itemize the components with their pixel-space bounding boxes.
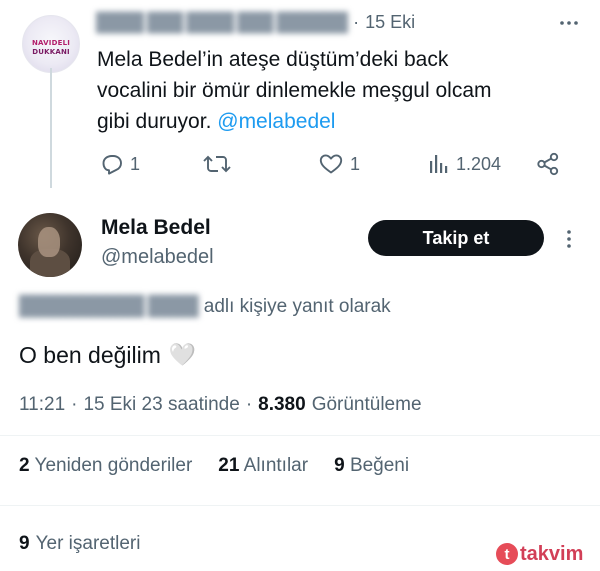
retweets-value: 2	[19, 455, 30, 476]
views-value: 8.380	[258, 394, 306, 415]
bookmarks-value: 9	[19, 533, 30, 554]
main-avatar[interactable]	[18, 213, 82, 277]
parent-text-line-3: gibi duruyor.	[97, 110, 212, 133]
divider-2	[0, 505, 600, 506]
parent-avatar[interactable]: NAVIDELI DUKKANI	[22, 15, 80, 73]
parent-tweet-header: ████ ███ ████ ███ ██████ · 15 Eki	[96, 9, 566, 35]
bookmarks-label: Yer işaretleri	[35, 533, 141, 554]
main-tweet-text: O ben değilim 🤍	[19, 338, 196, 372]
retweet-icon	[203, 155, 231, 173]
main-text: O ben değilim	[19, 341, 161, 368]
thread-connector-line	[50, 68, 52, 188]
parent-text-line-2: vocalini bir ömür dinlemekle meşgul olca…	[97, 79, 492, 102]
retweets-stat[interactable]: 2 Yeniden gönderiler	[19, 455, 192, 477]
timestamp-row: 11:21 · 15 Eki 23 saatinde · 8.380 Görün…	[19, 392, 422, 418]
avatar-shape-head	[38, 227, 60, 257]
retweet-action[interactable]	[202, 150, 238, 178]
watermark-text: takvim	[520, 542, 584, 565]
views-chart-icon	[430, 155, 448, 173]
avatar-text-2: DUKKANI	[32, 48, 70, 56]
bookmarks-stat[interactable]: 9 Yer işaretleri	[19, 530, 140, 558]
heart-icon	[319, 154, 343, 174]
divider-1	[0, 435, 600, 436]
tweet-date[interactable]: 15 Eki 23 saatinde	[83, 394, 239, 416]
white-heart-icon: 🤍	[168, 342, 197, 368]
mention-link[interactable]: @melabedel	[217, 110, 335, 133]
retweets-label: Yeniden gönderiler	[34, 455, 193, 476]
likes-stat[interactable]: 9 Beğeni	[334, 455, 409, 477]
views-action[interactable]: 1.204	[428, 150, 501, 178]
likes-value: 9	[334, 455, 345, 476]
main-handle[interactable]: @melabedel	[101, 246, 214, 269]
reply-count: 1	[130, 153, 141, 174]
reply-to-label: adlı kişiye yanıt olarak	[203, 296, 391, 317]
tweet-time[interactable]: 11:21	[19, 394, 65, 416]
quotes-value: 21	[218, 455, 240, 476]
parent-tweet-text: Mela Bedel’in ateşe düştüm’deki back voc…	[97, 44, 577, 137]
main-more-button[interactable]	[562, 228, 576, 250]
parent-tweet-date[interactable]: 15 Eki	[365, 12, 415, 33]
like-action[interactable]: 1	[318, 150, 360, 178]
reply-context: ██████████ ████ adlı kişiye yanıt olarak	[19, 294, 391, 320]
parent-more-button[interactable]	[558, 16, 580, 30]
likes-label: Beğeni	[349, 455, 410, 476]
takvim-logo-icon: t	[496, 543, 518, 565]
share-icon	[537, 152, 559, 176]
header-separator: ·	[353, 11, 360, 32]
more-dots-icon	[560, 21, 578, 25]
timestamp-separator-1: ·	[71, 394, 78, 415]
more-vertical-icon	[567, 230, 571, 248]
avatar-text-1: NAVIDELI	[31, 39, 71, 47]
engagement-stats: 2 Yeniden gönderiler 21 Alıntılar 9 Beğe…	[19, 452, 409, 480]
like-count: 1	[350, 153, 361, 174]
quotes-label: Alıntılar	[243, 455, 309, 476]
quotes-stat[interactable]: 21 Alıntılar	[218, 455, 308, 477]
follow-button[interactable]: Takip et	[368, 220, 544, 256]
views-count: 1.204	[456, 153, 502, 174]
reply-icon	[102, 155, 122, 175]
reply-action[interactable]: 1	[100, 150, 140, 178]
parent-text-line-1: Mela Bedel’in ateşe düştüm’deki back	[97, 48, 449, 71]
timestamp-separator-2: ·	[245, 394, 253, 415]
share-action[interactable]	[535, 151, 561, 177]
main-display-name[interactable]: Mela Bedel	[101, 216, 211, 240]
parent-username-blurred[interactable]: ████ ███ ████ ███ ██████	[96, 12, 348, 33]
takvim-watermark: t takvim	[496, 540, 592, 568]
views-label: Görüntüleme	[311, 394, 422, 415]
reply-to-user-blurred[interactable]: ██████████ ████	[19, 296, 199, 318]
